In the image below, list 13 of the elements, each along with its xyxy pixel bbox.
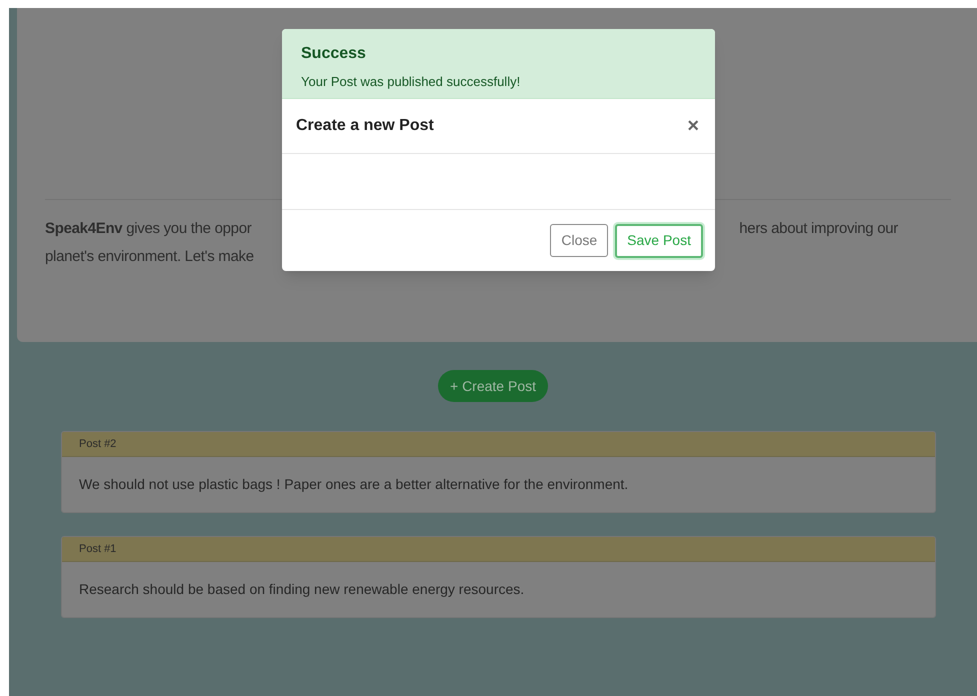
intro-text: hers about improving our [739, 219, 898, 239]
alert-message: Your Post was published successfully! [301, 73, 520, 91]
modal-title: Create a new Post [296, 116, 434, 136]
post-title: Post #2 [79, 436, 116, 452]
save-post-button[interactable]: Save Post [615, 224, 703, 258]
post-body: We should not use plastic bags ! Paper ones are a better alternative for the environment. [79, 475, 628, 494]
post-title: Post #1 [79, 542, 116, 557]
intro-text: Speak4Env gives you the oppor [45, 219, 252, 239]
intro-text: planet's environment. Let's make [45, 247, 254, 267]
create-post-button[interactable]: + Create Post [438, 370, 548, 402]
post-body: Research should be based on finding new renewable energy resources. [79, 580, 524, 599]
close-button[interactable]: Close [550, 224, 608, 257]
alert-title: Success [301, 44, 366, 64]
